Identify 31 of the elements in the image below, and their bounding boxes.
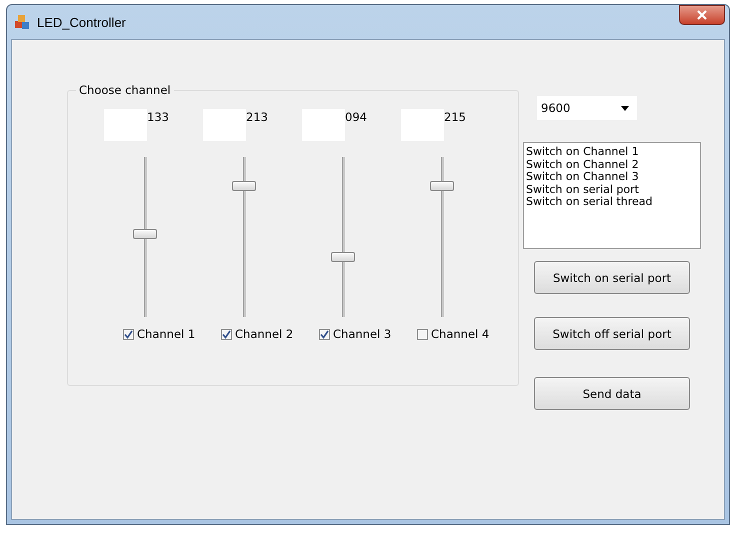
value-label: 215 <box>444 110 466 126</box>
close-button[interactable] <box>679 5 725 25</box>
vertical-slider[interactable] <box>429 157 455 317</box>
slider-thumb[interactable] <box>430 181 454 191</box>
action-button[interactable]: Send data <box>534 377 690 410</box>
slider-thumb[interactable] <box>232 181 256 191</box>
channel-checkbox[interactable]: Channel 2 <box>221 327 312 341</box>
log-entry: Switch on Channel 1 <box>526 146 640 158</box>
log-entry: Switch on serial port <box>526 184 640 196</box>
vertical-slider[interactable] <box>231 157 257 317</box>
app-icon <box>13 13 31 31</box>
value-label: 213 <box>246 110 268 126</box>
slider-thumb[interactable] <box>331 252 355 262</box>
log-entry: Switch on Channel 2 <box>526 158 640 171</box>
caret-icon <box>621 106 629 110</box>
log-entry: Switch on Channel 3 <box>526 171 640 184</box>
log-entry: Switch on serial thread <box>526 196 654 208</box>
action-button[interactable]: Switch on serial port <box>534 261 690 294</box>
value-label: 094 <box>345 110 367 126</box>
group-title: Choose channel <box>76 83 174 97</box>
slider-thumb[interactable] <box>133 229 157 239</box>
action-button[interactable]: Switch off serial port <box>534 317 690 350</box>
baud-rate-dropdown[interactable]: 9600 <box>537 96 637 120</box>
vertical-slider[interactable] <box>132 157 158 317</box>
close-icon <box>696 10 708 20</box>
vertical-slider[interactable] <box>330 157 356 317</box>
channel-checkbox[interactable]: Channel 3 <box>319 327 410 341</box>
value-label: 133 <box>147 110 169 126</box>
window-title: LED_Controller <box>37 14 126 30</box>
channel-checkbox[interactable]: Channel 1 <box>123 327 214 341</box>
channel-checkbox[interactable]: Channel 4 <box>417 327 508 341</box>
